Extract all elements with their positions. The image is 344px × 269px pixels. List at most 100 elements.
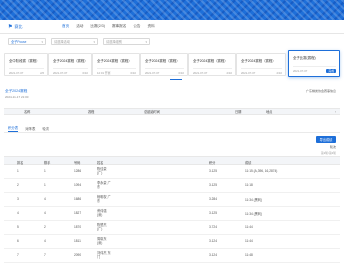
page-title: 全子2024赛程	[5, 89, 28, 93]
nav-item-resources[interactable]: 资料	[148, 24, 155, 29]
cell-rank: 3	[17, 197, 19, 201]
cell-result: 11:34 (黑利)	[245, 198, 263, 202]
round-card[interactable]: 全中阶段赛（赛程） 2021-07-07 2/6	[4, 53, 48, 76]
cell-number: 1286	[74, 169, 82, 173]
cell-player: 4	[44, 197, 46, 201]
cell-rank: 1	[17, 169, 19, 173]
round-card-date: 2021-07-07	[241, 71, 256, 75]
export-button[interactable]: 导出成绩	[316, 136, 336, 143]
round-card-count: 2/10	[276, 71, 282, 75]
table-row[interactable]: 3 4 1686 杨明权 广东 3.284 11:34 (黑利)	[4, 193, 340, 207]
logo-text: 赛比	[14, 23, 23, 29]
divider	[4, 132, 340, 133]
round-card[interactable]: 全子2024赛程（赛程） 12:01 开赛 0/10	[92, 53, 140, 76]
cell-rank: 7	[17, 253, 19, 257]
info-table-header: 名称 赛程 总起始时间 日期 地点 ›	[4, 108, 340, 115]
nav-item-matches[interactable]: 比赛(2/3)	[90, 24, 105, 29]
round-card-title: 全子比赛(赛程)	[293, 56, 316, 60]
table-row[interactable]: 5 2 1870 陈楚杰 (广) 3.724 11:44	[4, 221, 340, 235]
cell-score: 3.724	[209, 225, 217, 229]
cell-number: 1827	[74, 211, 82, 215]
cell-name: 黄伟强 (深)	[97, 209, 107, 218]
tab-standings[interactable]: 积分表	[8, 125, 19, 132]
group-select-placeholder: 请选择组别	[106, 40, 122, 44]
round-card[interactable]: 全子2024赛程（赛程） 2021-07-07 0/10	[48, 53, 92, 76]
round-card-title: 全子2024赛程（赛程）	[193, 59, 228, 63]
group-select[interactable]: 请选择组别 ▾	[103, 38, 150, 45]
cell-name: 陈楚杰 (广)	[97, 223, 107, 232]
round-progress: 第2轮/第2轮	[320, 151, 336, 155]
cell-number: 2090	[74, 253, 82, 257]
table-row[interactable]: 2 1 1094 李永豪 广东 3.125 11:18	[4, 179, 340, 193]
column-header: 日期	[235, 110, 242, 114]
cell-number: 1686	[74, 197, 82, 201]
round-label: 轮次	[329, 145, 336, 149]
scroll-indicator	[170, 79, 182, 80]
nav-item-registration[interactable]: 赛事报名	[112, 24, 126, 29]
column-header: 名称	[24, 110, 31, 114]
cell-score: 3.125	[209, 169, 217, 173]
cell-rank: 2	[17, 183, 19, 187]
round-card-date: 12:01 开赛	[97, 71, 111, 75]
page-date: 2024-11-17 21:00	[5, 95, 29, 99]
standings-table: 排名 棋手 号码 姓名 积分 成绩 1 1 1286 陈佳豪 (广) 3.125…	[4, 156, 340, 263]
round-card-title: 全子2024赛程（赛程）	[53, 59, 88, 63]
table-row[interactable]: 1 1 1286 陈佳豪 (广) 3.125 11:15 (A,396, 16,…	[4, 165, 340, 179]
round-cards: 全中阶段赛（赛程） 2021-07-07 2/6 全子2024赛程（赛程） 202…	[4, 50, 340, 78]
filter-bar: 全子Pouse ▾ 请选择活动 ▾ 请选择组别 ▾	[8, 38, 155, 45]
column-header: 地点	[266, 110, 273, 114]
cell-result: 11:18	[245, 183, 253, 187]
logo-icon: ⚑	[8, 23, 13, 30]
column-header: 成绩	[245, 160, 252, 165]
association-link[interactable]: 广东棋类协会赛事信息	[306, 89, 336, 93]
column-header: 排名	[17, 160, 24, 165]
cell-score: 3.125	[209, 211, 217, 215]
column-header: 总起始时间	[144, 110, 160, 114]
cell-rank: 6	[17, 239, 19, 243]
cell-rank: 5	[17, 225, 19, 229]
round-card-selected[interactable]: 全子比赛(赛程) 2021-07-07 完成	[288, 50, 340, 77]
round-card[interactable]: 全子2024赛程（赛程） 2021-07-07 2/10	[236, 53, 286, 76]
cell-number: 1870	[74, 225, 82, 229]
province-select[interactable]: 全子Pouse ▾	[8, 38, 46, 45]
table-row[interactable]: 6 4 1811 周晓东 (深) 3.124 11:44	[4, 235, 340, 249]
cell-player: 2	[44, 225, 46, 229]
round-card-date: 2021-07-07	[9, 71, 24, 75]
column-header: 积分	[209, 160, 216, 165]
column-header: 号码	[74, 160, 81, 165]
cell-name: 陈佳豪 (广)	[97, 167, 107, 176]
round-card-count: 0/10	[82, 71, 88, 75]
chevron-right-icon[interactable]: ›	[335, 110, 336, 114]
cell-number: 1094	[74, 183, 82, 187]
column-header: 棋手	[44, 160, 51, 165]
round-card-date: 2021-07-07	[193, 71, 208, 75]
cell-name: 刘伟杰 东门	[97, 251, 111, 260]
province-select-value: 全子Pouse	[11, 40, 27, 44]
round-card[interactable]: 全子2024赛程（赛程） 2021-07-07 2/10	[188, 53, 236, 76]
top-nav: ⚑ 赛比 首页 活动 比赛(2/3) 赛事报名 公告 资料	[0, 20, 344, 34]
table-row[interactable]: 7 7 2090 刘伟杰 东门 3.124 11:48	[4, 249, 340, 263]
cell-player: 4	[44, 211, 46, 215]
cell-result: 11:48	[245, 253, 253, 257]
cell-name: 周晓东 (深)	[97, 237, 107, 246]
table-row[interactable]: 4 4 1827 黄伟强 (深) 3.125 11:34 (黑利)	[4, 207, 340, 221]
logo[interactable]: ⚑ 赛比	[8, 24, 54, 30]
header-banner	[0, 0, 344, 20]
nav-item-notices[interactable]: 公告	[133, 24, 140, 29]
cell-player: 7	[44, 253, 46, 257]
round-card-count: 2/10	[226, 71, 232, 75]
cell-result: 11:44	[245, 225, 253, 229]
round-card[interactable]: 全子2024赛程（赛程） 2021-07-07 0/10	[140, 53, 188, 76]
event-select[interactable]: 请选择活动 ▾	[51, 38, 98, 45]
cell-result: 11:15 (A,396, 16,2874)	[245, 169, 278, 173]
nav-item-events[interactable]: 活动	[76, 24, 83, 29]
cell-result: 11:44	[245, 239, 253, 243]
round-card-date: 2021-07-07	[53, 71, 68, 75]
nav-item-home[interactable]: 首页	[62, 24, 69, 29]
standings-header: 排名 棋手 号码 姓名 积分 成绩	[4, 156, 340, 165]
cell-name: 杨明权 广东	[97, 195, 111, 204]
cell-result: 11:34 (黑利)	[245, 212, 263, 216]
cell-score: 3.284	[209, 197, 217, 201]
round-card-date: 2021-07-07	[293, 69, 308, 73]
cell-player: 1	[44, 183, 46, 187]
